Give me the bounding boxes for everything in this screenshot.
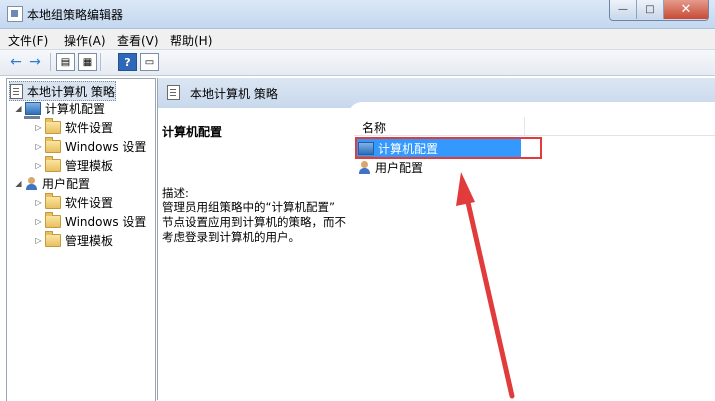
arrow-head	[456, 172, 475, 206]
arrow-shaft	[464, 195, 515, 399]
annotation-arrow	[456, 172, 515, 399]
